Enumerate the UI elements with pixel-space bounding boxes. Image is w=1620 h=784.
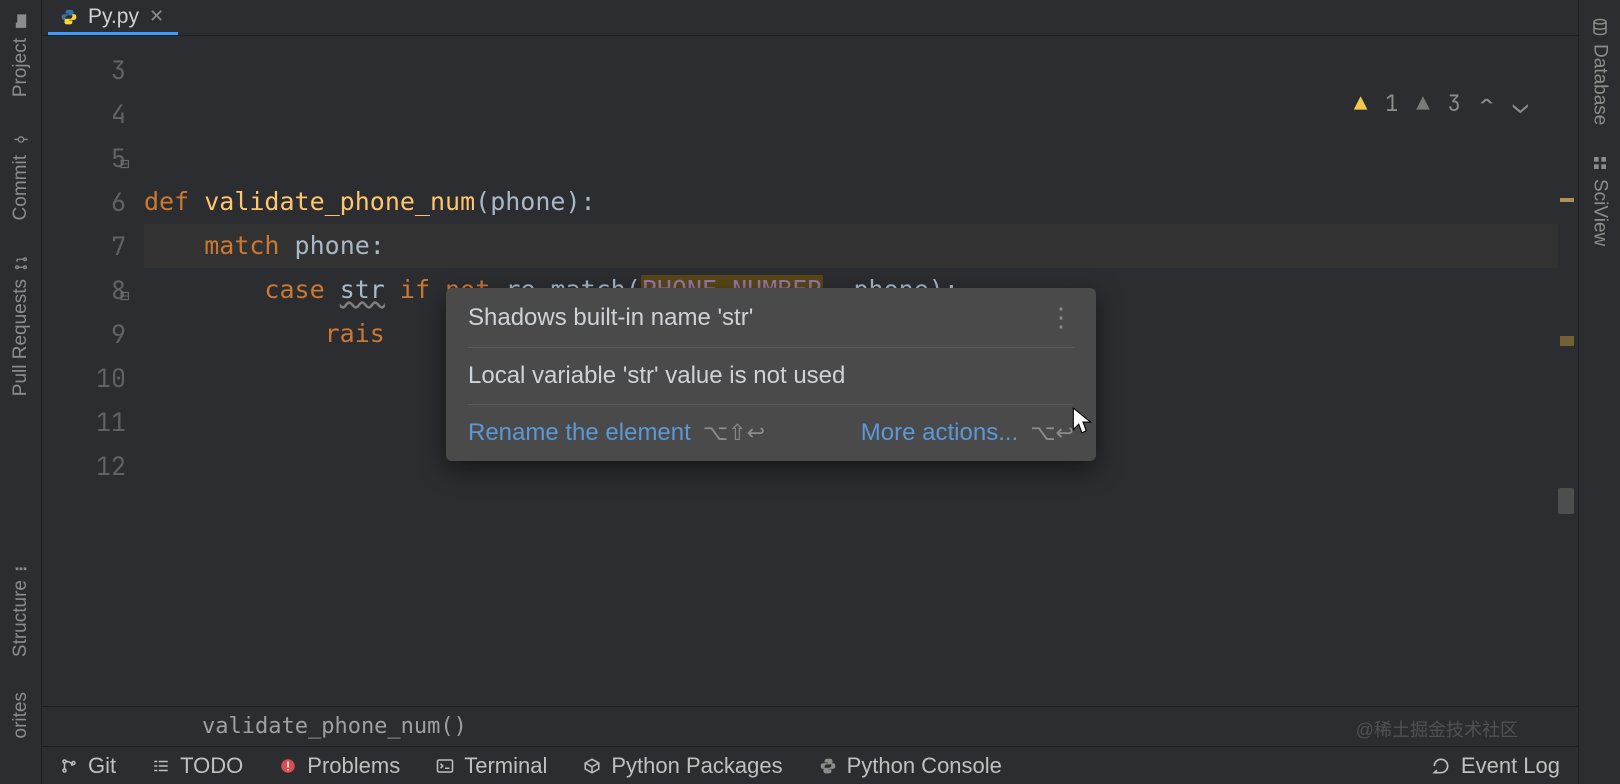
line-number: 6 <box>42 180 126 224</box>
python-file-icon <box>60 8 78 26</box>
code-editor[interactable]: 3 4 5 ⊟ 6 7 8 ⊟ 9 10 11 12 def validate_… <box>42 36 1578 706</box>
inspection-tooltip: Shadows built-in name 'str' ⋮ Local vari… <box>446 288 1096 461</box>
toolwindow-eventlog[interactable]: Event Log <box>1431 753 1560 779</box>
todo-label: TODO <box>180 753 243 779</box>
line-number: 7 <box>42 224 126 268</box>
sidebar-item-project[interactable]: Project <box>10 6 32 103</box>
inspection-bar: ▲ 1 ▲ 3 ⌃ ⌄ <box>1354 86 1528 121</box>
breadcrumb-item[interactable]: validate_phone_num() <box>202 714 467 739</box>
fold-minus-icon[interactable]: ⊟ <box>120 142 130 186</box>
git-branch-icon <box>60 757 78 775</box>
toolwindow-terminal[interactable]: Terminal <box>436 753 547 779</box>
left-toolwindow-strip: Project Commit Pull Requests Structure o… <box>0 0 42 784</box>
line-number: 3 <box>42 48 126 92</box>
sidebar-item-structure[interactable]: Structure <box>10 550 32 663</box>
packages-label: Python Packages <box>611 753 782 779</box>
folder-icon <box>12 12 30 30</box>
sciview-icon <box>1592 155 1608 171</box>
toolwindow-todo[interactable]: TODO <box>152 753 243 779</box>
project-label: Project <box>10 38 32 97</box>
commit-icon <box>13 131 29 147</box>
close-icon[interactable]: ✕ <box>149 6 164 27</box>
git-label: Git <box>88 753 116 779</box>
problems-label: Problems <box>307 753 400 779</box>
eventlog-icon <box>1431 756 1451 776</box>
breadcrumb-bar: validate_phone_num() <box>42 706 1578 746</box>
structure-label: Structure <box>10 580 32 657</box>
console-label: Python Console <box>847 753 1002 779</box>
packages-icon <box>583 757 601 775</box>
line-number: 4 <box>42 92 126 136</box>
sidebar-item-favorites[interactable]: orites <box>10 686 32 744</box>
more-icon[interactable]: ⋮ <box>1048 302 1074 333</box>
line-number: 11 <box>42 400 126 444</box>
sidebar-item-sciview[interactable]: SciView <box>1589 155 1611 246</box>
sidebar-item-pullrequests[interactable]: Pull Requests <box>10 249 32 402</box>
tooltip-message: Shadows built-in name 'str' <box>468 304 753 332</box>
terminal-icon <box>436 757 454 775</box>
problems-icon <box>279 757 297 775</box>
watermark: @稀土掘金技术社区 <box>1356 716 1518 742</box>
sciview-label: SciView <box>1589 179 1611 246</box>
next-highlight-button[interactable]: ⌄ <box>1512 86 1528 121</box>
line-number: 8 <box>42 268 126 312</box>
file-tab-label: Py.py <box>88 5 139 29</box>
line-number: 10 <box>42 356 126 400</box>
favorites-label: orites <box>10 692 32 738</box>
right-toolwindow-strip: Database SciView <box>1578 0 1620 784</box>
bottom-toolbar: Git TODO Problems Terminal Python Packag… <box>42 746 1578 784</box>
warning-grey-icon[interactable]: ▲ <box>1416 89 1429 118</box>
warning-yellow-icon[interactable]: ▲ <box>1354 89 1367 118</box>
database-label: Database <box>1589 44 1611 125</box>
scrollbar-thumb[interactable] <box>1558 488 1574 514</box>
commit-label: Commit <box>10 155 32 220</box>
warning-grey-count: 3 <box>1448 89 1461 118</box>
eventlog-label: Event Log <box>1461 753 1560 779</box>
fold-end-icon[interactable]: ⊟ <box>120 274 130 318</box>
toolwindow-problems[interactable]: Problems <box>279 753 400 779</box>
toolwindow-console[interactable]: Python Console <box>819 753 1002 779</box>
toolwindow-git[interactable]: Git <box>60 753 116 779</box>
structure-icon <box>13 556 29 572</box>
toolwindow-packages[interactable]: Python Packages <box>583 753 782 779</box>
editor-center: Py.py ✕ 3 4 5 ⊟ 6 7 8 ⊟ 9 10 11 12 def v… <box>42 0 1578 784</box>
line-number: 5 <box>42 136 126 180</box>
more-actions-link[interactable]: More actions... <box>861 419 1018 447</box>
rename-element-action[interactable]: Rename the element <box>468 419 691 447</box>
warning-yellow-count: 1 <box>1385 89 1398 118</box>
database-icon <box>1591 18 1609 36</box>
gutter: 3 4 5 ⊟ 6 7 8 ⊟ 9 10 11 12 <box>42 36 144 706</box>
editor-tabs: Py.py ✕ <box>42 0 1578 36</box>
shortcut-text: ⌥↩ <box>1030 420 1074 446</box>
tooltip-message: Local variable 'str' value is not used <box>468 362 845 390</box>
line-number: 9 <box>42 312 126 356</box>
terminal-label: Terminal <box>464 753 547 779</box>
pullrequests-label: Pull Requests <box>10 279 32 396</box>
python-console-icon <box>819 757 837 775</box>
prev-highlight-button[interactable]: ⌃ <box>1479 86 1495 121</box>
pullrequest-icon <box>13 255 29 271</box>
file-tab[interactable]: Py.py ✕ <box>48 1 178 35</box>
todo-icon <box>152 757 170 775</box>
shortcut-text: ⌥⇧↩ <box>703 420 765 446</box>
line-number: 12 <box>42 444 126 488</box>
sidebar-item-database[interactable]: Database <box>1589 18 1611 125</box>
sidebar-item-commit[interactable]: Commit <box>10 125 32 226</box>
